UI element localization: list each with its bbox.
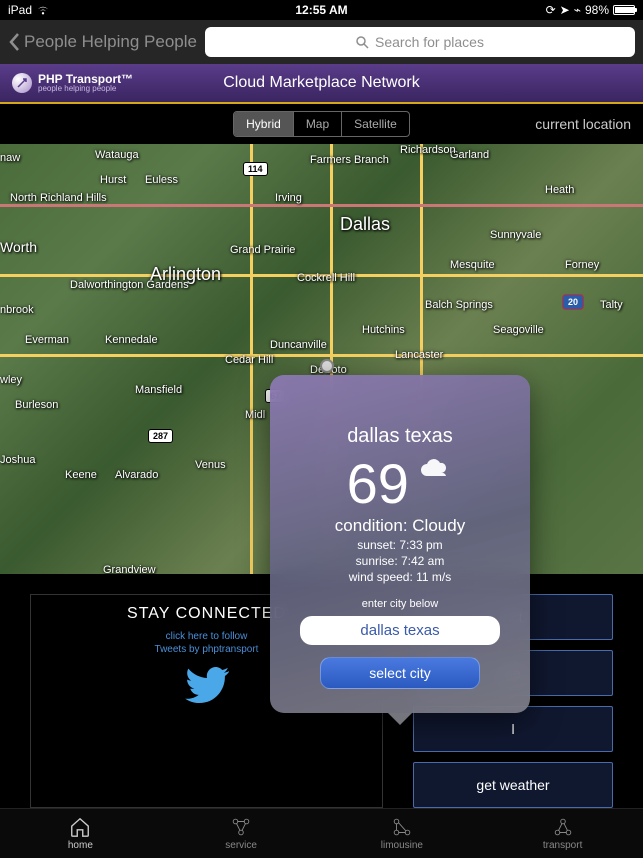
map-label: Lancaster	[395, 349, 443, 361]
current-location-button[interactable]: current location	[535, 116, 631, 132]
weather-condition: condition: Cloudy	[290, 516, 510, 536]
search-input[interactable]: Search for places	[205, 27, 635, 57]
clock: 12:55 AM	[295, 3, 347, 17]
map-label: Cedar Hill	[225, 354, 273, 366]
orientation-lock-icon: ⟳	[546, 3, 556, 17]
map-label: Duncanville	[270, 339, 327, 351]
map-label: North Richland Hills	[10, 192, 107, 204]
back-button[interactable]: People Helping People	[8, 32, 197, 52]
map-label: Forney	[565, 259, 599, 271]
weather-wind: wind speed: 11 m/s	[290, 570, 510, 584]
map-label: Grandview	[103, 564, 156, 574]
city-input[interactable]	[300, 616, 500, 645]
tab-label: home	[68, 840, 93, 851]
map-label: Grand Prairie	[230, 244, 295, 256]
map-label: Heath	[545, 184, 574, 196]
tab-limousine[interactable]: limousine	[322, 809, 483, 858]
seg-map[interactable]: Map	[294, 112, 342, 136]
map-label: Richardson	[400, 144, 456, 156]
brand-tagline: people helping people	[38, 85, 133, 93]
transport-icon	[552, 816, 574, 838]
map-label: Mesquite	[450, 259, 495, 271]
map-label: Seagoville	[493, 324, 544, 336]
map-label: Joshua	[0, 454, 35, 466]
map-label: Burleson	[15, 399, 58, 411]
tab-bar: home service limousine transport	[0, 808, 643, 858]
weather-temp: 69	[347, 456, 409, 512]
cloud-icon	[419, 456, 453, 485]
map-label: Dallas	[340, 214, 390, 235]
tab-label: limousine	[381, 840, 423, 851]
map-label: Venus	[195, 459, 226, 471]
weather-sunrise: sunrise: 7:42 am	[290, 554, 510, 568]
map-pin[interactable]	[320, 359, 334, 373]
map-label: Farmers Branch	[310, 154, 389, 166]
map-label: Keene	[65, 469, 97, 481]
get-weather-button[interactable]: get weather	[413, 762, 613, 808]
seg-satellite[interactable]: Satellite	[342, 112, 409, 136]
highway-shield: 287	[148, 429, 173, 443]
wifi-icon	[36, 5, 50, 15]
home-icon	[69, 816, 91, 838]
battery-pct: 98%	[585, 3, 609, 17]
map-label: Balch Springs	[425, 299, 493, 311]
weather-sunset: sunset: 7:33 pm	[290, 538, 510, 552]
map-label: Hurst	[100, 174, 126, 186]
map-label: Kennedale	[105, 334, 158, 346]
map-label: Mansfield	[135, 384, 182, 396]
map-label: naw	[0, 152, 20, 164]
limousine-icon	[391, 816, 413, 838]
tab-label: service	[225, 840, 257, 851]
map-type-segmented: Hybrid Map Satellite	[233, 111, 410, 137]
weather-enter-label: enter city below	[290, 598, 510, 610]
interstate-shield: 20	[562, 294, 584, 310]
map-label: Sunnyvale	[490, 229, 541, 241]
weather-location: dallas texas	[290, 425, 510, 448]
search-icon	[356, 36, 369, 49]
map-label: Alvarado	[115, 469, 158, 481]
brand-title: Cloud Marketplace Network	[223, 74, 420, 92]
map-label: Watauga	[95, 149, 139, 161]
bluetooth-icon: ⌁	[574, 3, 581, 17]
map-label: Irving	[275, 192, 302, 204]
weather-popover: dallas texas 69 condition: Cloudy sunset…	[270, 375, 530, 713]
seg-hybrid[interactable]: Hybrid	[234, 112, 294, 136]
map-label: Worth	[0, 239, 37, 255]
tab-home[interactable]: home	[0, 809, 161, 858]
map-label: wley	[0, 374, 22, 386]
search-placeholder: Search for places	[375, 34, 484, 50]
nav-bar: People Helping People Search for places	[0, 20, 643, 64]
map-label: nbrook	[0, 304, 34, 316]
chevron-left-icon	[8, 32, 20, 52]
device-label: iPad	[8, 3, 32, 17]
map-label: Midl	[245, 409, 265, 421]
map-label: Talty	[600, 299, 623, 311]
status-bar: iPad 12:55 AM ⟳ ➤ ⌁ 98%	[0, 0, 643, 20]
tab-transport[interactable]: transport	[482, 809, 643, 858]
tab-label: transport	[543, 840, 582, 851]
map-label: Cockrell Hill	[297, 272, 355, 284]
brand-bar: PHP Transport™ people helping people Clo…	[0, 64, 643, 104]
tab-service[interactable]: service	[161, 809, 322, 858]
service-icon	[230, 816, 252, 838]
brand-logo-icon	[12, 73, 32, 93]
map-label: Everman	[25, 334, 69, 346]
back-label: People Helping People	[24, 32, 197, 52]
select-city-button[interactable]: select city	[320, 657, 480, 689]
map-label: Dalworthington Gardens	[70, 279, 189, 291]
location-icon: ➤	[560, 3, 570, 17]
battery-icon	[613, 5, 635, 15]
highway-shield: 114	[243, 162, 268, 176]
map-label: Euless	[145, 174, 178, 186]
map-label: Hutchins	[362, 324, 405, 336]
